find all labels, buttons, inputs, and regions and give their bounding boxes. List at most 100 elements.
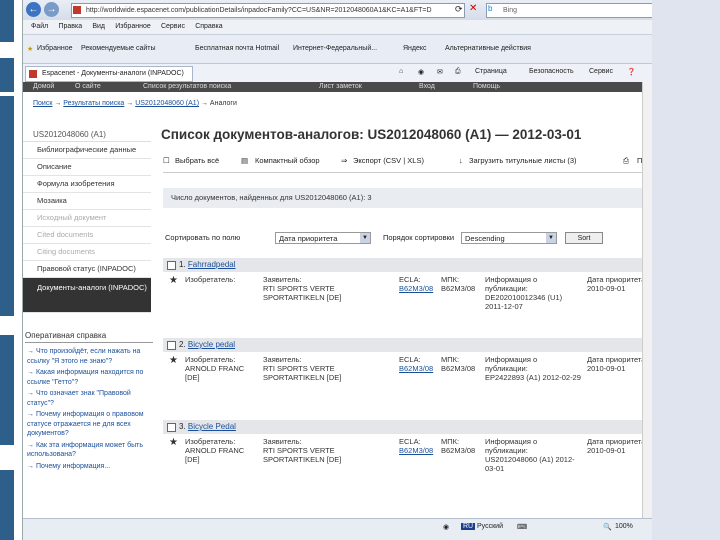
tool-security[interactable]: Безопасность <box>529 68 574 75</box>
menu-favorites[interactable]: Избранное <box>115 20 150 34</box>
language-label[interactable]: Русский <box>477 523 503 530</box>
star-icon[interactable]: ★ <box>169 276 178 286</box>
keyboard-icon[interactable]: ⌨ <box>517 523 527 531</box>
sidebar-item-claims[interactable]: Формула изобретения <box>23 176 151 193</box>
quick-help-link[interactable]: → Почему информация о правовом статусе о… <box>27 410 151 439</box>
select-all-label[interactable]: Выбрать всё <box>175 156 219 165</box>
fav-recommended-sites[interactable]: Рекомендуемые сайты <box>81 45 155 52</box>
zoom-level[interactable]: 100% <box>615 523 633 530</box>
breadcrumb-home[interactable]: Поиск <box>33 100 52 107</box>
star-icon[interactable]: ★ <box>169 356 178 366</box>
pub-col: Информация о публикации: US2012048060 (A1… <box>485 437 581 473</box>
priority-value: 2010-09-01 <box>587 284 626 293</box>
stop-icon[interactable]: ✕ <box>469 3 477 14</box>
zoom-icon[interactable]: 🔍 <box>603 523 612 531</box>
fav-alternative[interactable]: Альтернативные действия <box>445 45 531 52</box>
compact-view-icon[interactable]: ▤ <box>241 156 248 165</box>
sidebar-item-mosaic[interactable]: Мозаика <box>23 193 151 210</box>
quick-help-link-text[interactable]: Почему информация о правовом статусе отр… <box>27 411 144 437</box>
sort-button[interactable]: Sort <box>565 232 603 244</box>
ecla-link[interactable]: B62M3/08 <box>399 364 433 373</box>
fav-hotmail[interactable]: Бесплатная почта Hotmail <box>195 45 279 52</box>
tool-service[interactable]: Сервис <box>589 68 613 75</box>
ecla-link[interactable]: B62M3/08 <box>399 446 433 455</box>
download-icon[interactable]: ↓ <box>459 156 463 165</box>
sidebar-item-description[interactable]: Описание <box>23 159 151 176</box>
favorites-button[interactable]: Избранное <box>37 45 72 52</box>
result-checkbox[interactable] <box>167 423 176 432</box>
quick-help-link[interactable]: → Что означает знак "Правовой статус"? <box>27 389 151 408</box>
inventor-label: Изобретатель: <box>185 437 236 446</box>
site-nav-results[interactable]: Список результатов поиска <box>143 82 231 92</box>
browser-tab[interactable]: Espacenet - Документы-аналоги (INPADOC) <box>25 66 193 82</box>
select-all-checkbox[interactable]: ☐ <box>163 156 170 165</box>
sidebar-item-biblio[interactable]: Библиографические данные <box>23 142 151 159</box>
language-badge[interactable]: RU <box>461 523 476 530</box>
result-header: 1. Fahrradpedal <box>163 258 651 272</box>
result-title-link[interactable]: Fahrradpedal <box>188 260 236 269</box>
site-nav-login[interactable]: Вход <box>419 82 435 92</box>
quick-help-link-text[interactable]: Какая информация находится по ссылке "Ге… <box>27 369 143 386</box>
site-nav-help[interactable]: Помощь <box>473 82 500 92</box>
export-icon[interactable]: ⇒ <box>341 156 347 165</box>
compact-view-button[interactable]: Компактный обзор <box>255 156 320 165</box>
sort-order-select[interactable]: Descending ▼ <box>461 232 557 244</box>
ecla-link[interactable]: B62M3/08 <box>399 284 433 293</box>
menu-bar: Файл Правка Вид Избранное Сервис Справка <box>23 20 652 35</box>
result-checkbox[interactable] <box>167 341 176 350</box>
ipc-value: B62M3/08 <box>441 284 476 293</box>
fav-yandex[interactable]: Яндекс <box>403 45 427 52</box>
url-input[interactable]: http://worldwide.espacenet.com/publicati… <box>71 3 465 18</box>
ipc-col: МПК: B62M3/08 <box>441 275 475 293</box>
menu-file[interactable]: Файл <box>31 20 48 34</box>
back-button[interactable]: ← <box>26 2 41 17</box>
quick-help-link-text[interactable]: Почему информация... <box>36 463 110 470</box>
quick-help-link[interactable]: → Почему информация... <box>27 462 151 472</box>
sort-field-select[interactable]: Дата приоритета ▼ <box>275 232 371 244</box>
quick-help-link-text[interactable]: Как эта информация может быть использова… <box>27 442 143 459</box>
search-input[interactable]: Bing <box>486 3 652 18</box>
slide-bar <box>0 335 14 445</box>
download-button[interactable]: Загрузить титульные листы (3) <box>469 156 577 165</box>
breadcrumb-results[interactable]: Результаты поиска <box>63 100 124 107</box>
forward-button[interactable]: → <box>44 2 59 17</box>
print-toolbar-icon[interactable]: ⎙ <box>455 68 461 76</box>
tool-page[interactable]: Страница <box>475 68 507 75</box>
site-nav-about[interactable]: О сайте <box>75 82 101 92</box>
quick-help-link[interactable]: → Как эта информация может быть использо… <box>27 441 151 460</box>
result-title-link[interactable]: Bicycle Pedal <box>188 422 236 431</box>
result-number: 3. <box>179 422 186 431</box>
sort-order-value: Descending <box>465 234 505 243</box>
help-icon[interactable]: ❓ <box>627 68 636 76</box>
sidebar-item-family[interactable]: Документы-аналоги (INPADOC) <box>23 278 151 313</box>
star-icon[interactable]: ★ <box>169 438 178 448</box>
result-item: 1. Fahrradpedal ★ Изобретатель: Заявител… <box>163 258 651 340</box>
menu-view[interactable]: Вид <box>92 20 105 34</box>
ipc-col: МПК: B62M3/08 <box>441 437 475 455</box>
print-icon[interactable]: ⎙ <box>623 156 629 166</box>
menu-help[interactable]: Справка <box>195 20 222 34</box>
menu-tools[interactable]: Сервис <box>161 20 185 34</box>
quick-help-link[interactable]: → Какая информация находится по ссылке "… <box>27 368 151 387</box>
result-body: ★ Изобретатель: ARNOLD FRANC [DE] Заявите… <box>163 352 651 412</box>
result-checkbox[interactable] <box>167 261 176 270</box>
home-icon[interactable]: ⌂ <box>399 68 403 75</box>
refresh-icon[interactable]: ⟳ <box>455 4 463 15</box>
feeds-icon[interactable]: ◉ <box>418 68 424 76</box>
fav-federal[interactable]: Интернет-Федеральный... <box>293 45 377 52</box>
export-button[interactable]: Экспорт (CSV | XLS) <box>353 156 424 165</box>
inventor-col: Изобретатель: ARNOLD FRANC [DE] <box>185 355 257 382</box>
quick-help-link[interactable]: → Что произойдёт, если нажать на ссылку … <box>27 347 151 366</box>
mail-icon[interactable]: ✉ <box>437 68 443 76</box>
result-title-link[interactable]: Bicycle pedal <box>188 340 235 349</box>
menu-edit[interactable]: Правка <box>58 20 82 34</box>
sidebar-item-legal-status[interactable]: Правовой статус (INPADOC) <box>23 261 151 278</box>
site-nav-home[interactable]: Домой <box>33 82 54 92</box>
quick-help-link-text[interactable]: Что произойдёт, если нажать на ссылку "Я… <box>27 348 140 365</box>
page-scrollbar[interactable] <box>642 82 652 518</box>
quick-help-link-text[interactable]: Что означает знак "Правовой статус"? <box>27 390 131 407</box>
site-nav-notes[interactable]: Лист заметок <box>319 82 362 92</box>
breadcrumb-doc[interactable]: US2012048060 (A1) <box>135 100 199 107</box>
quick-help-links: → Что произойдёт, если нажать на ссылку … <box>27 347 151 473</box>
result-header: 3. Bicycle Pedal <box>163 420 651 434</box>
